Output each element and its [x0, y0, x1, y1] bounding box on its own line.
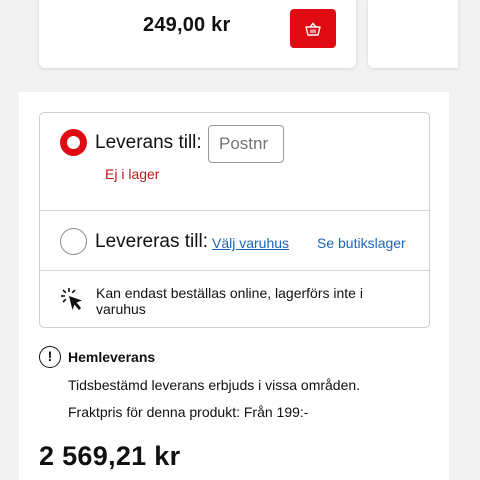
total-price: 2 569,21 kr: [39, 441, 181, 471]
stock-status: Ej i lager: [105, 166, 160, 182]
cursor-click-icon: [61, 288, 82, 310]
store-delivery-option[interactable]: Levereras till: Välj varuhus Se butiksla…: [40, 211, 429, 271]
basket-icon: [305, 21, 321, 36]
delivery-label: Leverans till:: [95, 132, 202, 153]
product-card: 249,00 kr: [39, 0, 356, 68]
add-to-cart-button[interactable]: [290, 9, 336, 48]
radio-unselected[interactable]: [60, 228, 87, 255]
online-only-note: Kan endast beställas online, lagerförs i…: [40, 271, 429, 329]
delivery-panel: Leverans till: Ej i lager Levereras till…: [19, 92, 449, 480]
online-only-text: Kan endast beställas online, lagerförs i…: [96, 285, 363, 317]
store-delivery-label: Levereras till:: [95, 231, 208, 252]
see-store-stock-link[interactable]: Se butikslager: [317, 235, 406, 251]
next-product-card[interactable]: [368, 0, 458, 68]
postnr-input[interactable]: [208, 125, 284, 163]
shipping-price-text: Fraktpris för denna produkt: Från 199:-: [68, 404, 309, 420]
home-delivery-text: Tidsbestämd leverans erbjuds i vissa omr…: [68, 377, 361, 393]
home-delivery-option[interactable]: Leverans till: Ej i lager: [40, 113, 429, 211]
exclamation-icon: !: [39, 346, 61, 368]
radio-selected[interactable]: [60, 129, 87, 156]
product-price: 249,00 kr: [143, 14, 231, 36]
choose-store-link[interactable]: Välj varuhus: [212, 235, 289, 251]
home-delivery-title: Hemleverans: [68, 349, 156, 365]
delivery-options: Leverans till: Ej i lager Levereras till…: [39, 112, 430, 328]
